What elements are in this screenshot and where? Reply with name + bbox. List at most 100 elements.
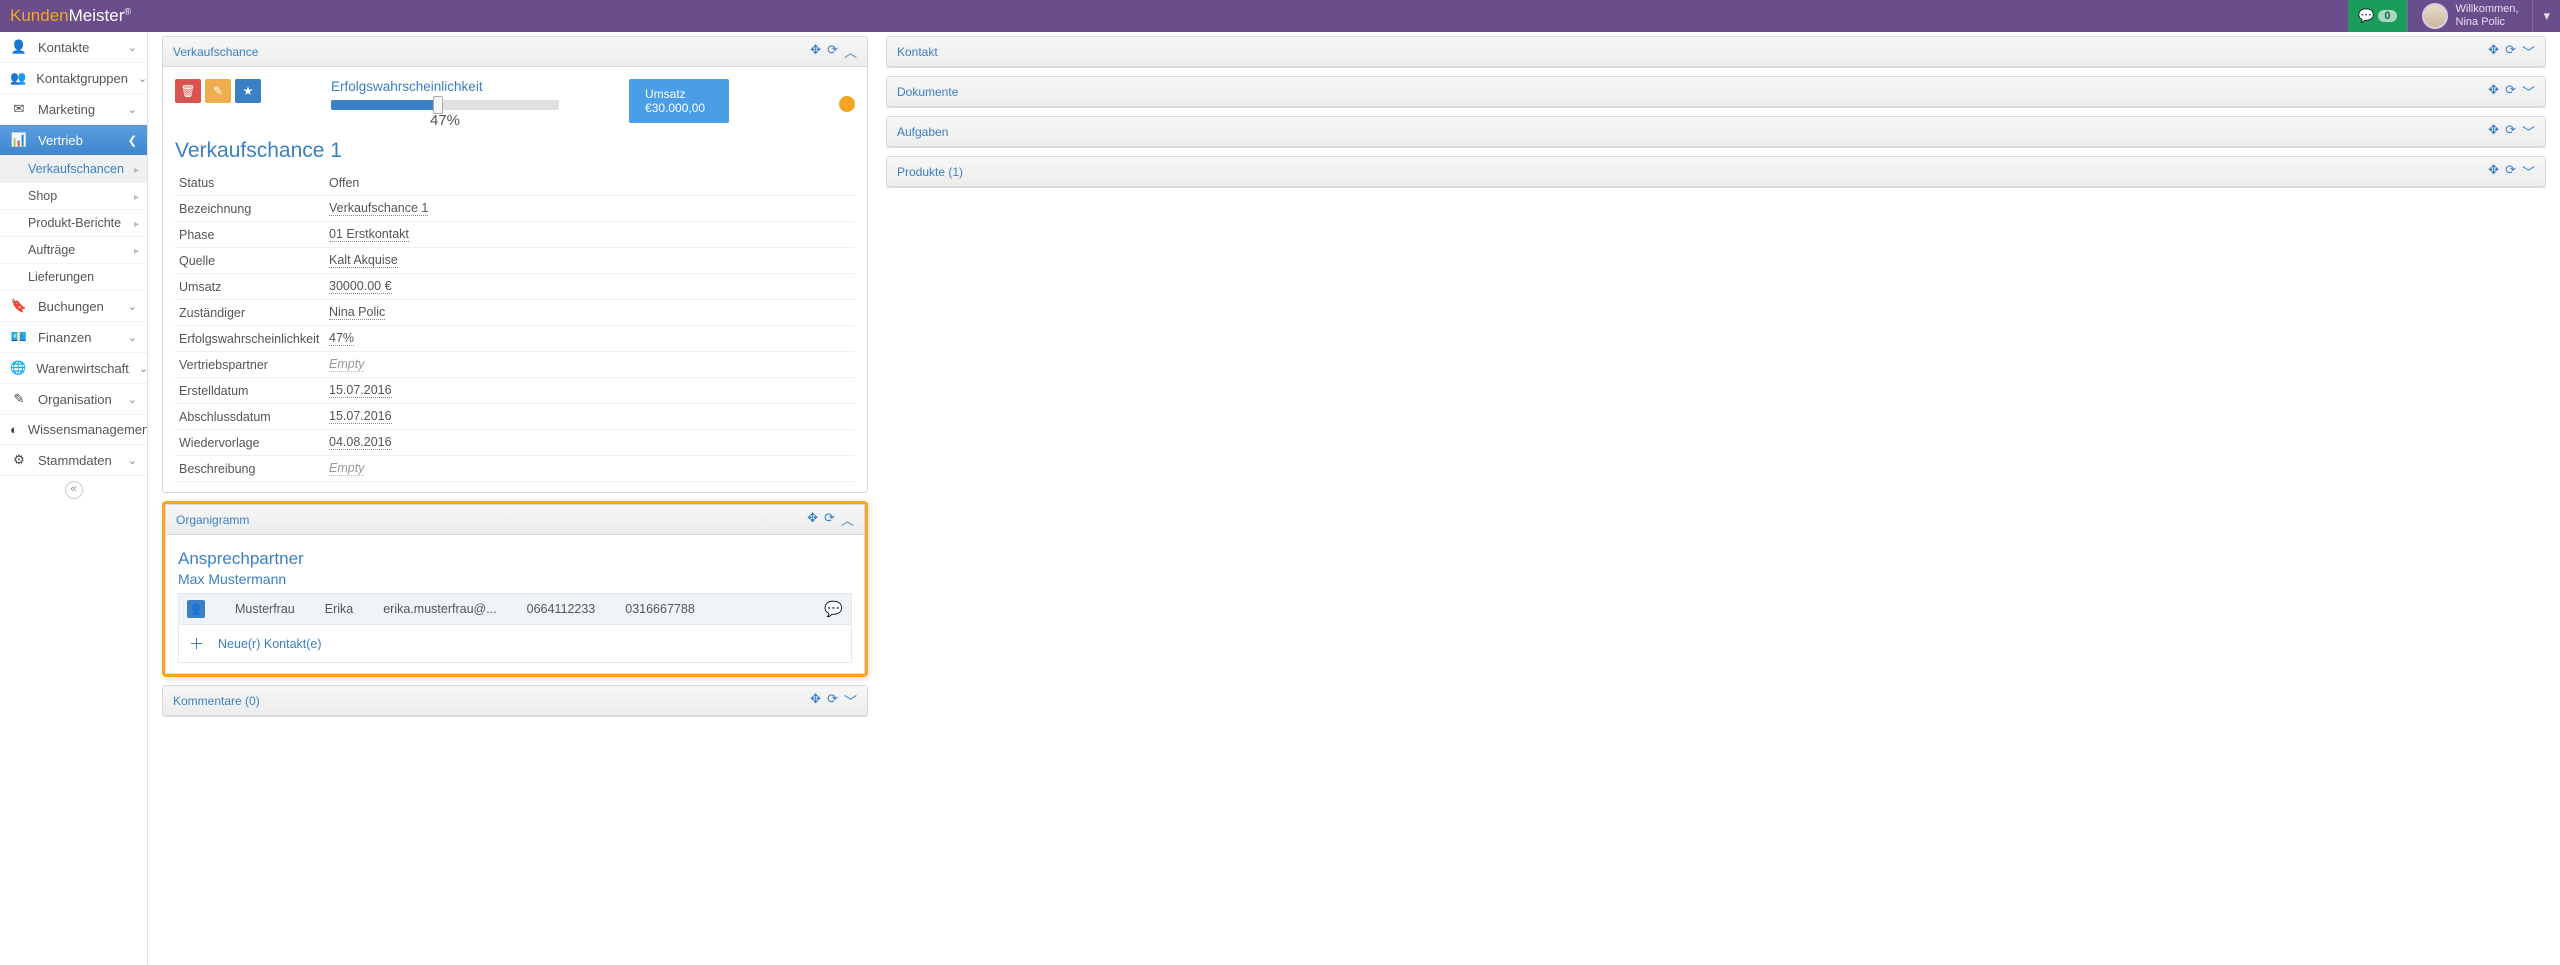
sidebar-item[interactable]: 🔖Buchungen⌄ <box>0 291 147 322</box>
chevron-down-icon: ❮ <box>128 134 137 147</box>
move-icon[interactable]: ✥ <box>2488 162 2499 181</box>
chevron-icon: ⌄ <box>128 300 137 313</box>
content-area: Verkaufschance ✥ ⟳ ︿ 🗑 ✎ ★ <box>148 32 2560 965</box>
contact-row[interactable]: 👤 Musterfrau Erika erika.musterfrau@... … <box>178 593 852 625</box>
panel-title: Produkte (1) <box>897 165 2488 179</box>
sidebar-item[interactable]: 👤Kontakte⌄ <box>0 32 147 63</box>
panel-title: Organigramm <box>176 513 807 527</box>
sidebar-item[interactable]: ⚙Stammdaten⌄ <box>0 445 147 476</box>
refresh-icon[interactable]: ⟳ <box>2505 42 2516 61</box>
probability-slider[interactable] <box>331 100 559 110</box>
sidebar-sub-item[interactable]: Lieferungen <box>0 264 147 291</box>
sidebar-sub-item[interactable]: Aufträge▸ <box>0 237 147 264</box>
sidebar-item[interactable]: 🌐Warenwirtschaft⌄ <box>0 353 147 384</box>
side-panel: Produkte (1)✥ ⟳ ﹀ <box>886 156 2546 188</box>
panel-title: Aufgaben <box>897 125 2488 139</box>
refresh-icon[interactable]: ⟳ <box>2505 162 2516 181</box>
property-row: Wiedervorlage04.08.2016 <box>175 430 855 456</box>
move-icon[interactable]: ✥ <box>810 42 821 61</box>
property-row: Phase01 Erstkontakt <box>175 222 855 248</box>
sidebar: 👤Kontakte⌄👥Kontaktgruppen⌄✉Marketing⌄ 📊 … <box>0 32 148 965</box>
expand-icon[interactable]: ﹀ <box>2522 42 2535 61</box>
plus-icon: ＋ <box>189 633 204 654</box>
add-contact-button[interactable]: ＋ Neue(r) Kontakt(e) <box>178 625 852 663</box>
panel-title: Kommentare (0) <box>173 694 810 708</box>
property-row: QuelleKalt Akquise <box>175 248 855 274</box>
sidebar-item[interactable]: ✉Marketing⌄ <box>0 94 147 125</box>
panel-title: Kontakt <box>897 45 2488 59</box>
side-panel: Kontakt✥ ⟳ ﹀ <box>886 36 2546 68</box>
move-icon[interactable]: ✥ <box>2488 122 2499 141</box>
expand-icon[interactable]: ﹀ <box>2522 82 2535 101</box>
refresh-icon[interactable]: ⟳ <box>2505 122 2516 141</box>
property-row: Abschlussdatum15.07.2016 <box>175 404 855 430</box>
move-icon[interactable]: ✥ <box>2488 42 2499 61</box>
property-value[interactable]: Offen <box>325 171 855 196</box>
move-icon[interactable]: ✥ <box>2488 82 2499 101</box>
refresh-icon[interactable]: ⟳ <box>827 42 838 61</box>
property-row: StatusOffen <box>175 171 855 196</box>
refresh-icon[interactable]: ⟳ <box>827 691 838 710</box>
property-value[interactable]: Verkaufschance 1 <box>325 196 855 222</box>
star-button[interactable]: ★ <box>235 79 261 103</box>
chat-button[interactable]: 💬 0 <box>2348 0 2406 32</box>
sidebar-item[interactable]: ✎Organisation⌄ <box>0 384 147 415</box>
sidebar-sub-item[interactable]: Produkt-Berichte▸ <box>0 210 147 237</box>
username: Nina Polic <box>2456 16 2519 29</box>
verkaufschance-panel: Verkaufschance ✥ ⟳ ︿ 🗑 ✎ ★ <box>162 36 868 493</box>
comment-icon[interactable]: 💬 <box>824 600 843 618</box>
property-value[interactable]: 01 Erstkontakt <box>325 222 855 248</box>
collapse-icon[interactable]: ︿ <box>841 510 854 529</box>
expand-icon[interactable]: ﹀ <box>844 691 857 710</box>
property-value[interactable]: Empty <box>325 456 855 482</box>
property-row: Umsatz30000.00 € <box>175 274 855 300</box>
chevron-icon: ⌄ <box>128 331 137 344</box>
properties-table: StatusOffenBezeichnungVerkaufschance 1Ph… <box>175 171 855 482</box>
sidebar-item[interactable]: 💶Finanzen⌄ <box>0 322 147 353</box>
kommentare-panel: Kommentare (0) ✥ ⟳ ﹀ <box>162 685 868 717</box>
property-value[interactable]: Nina Polic <box>325 300 855 326</box>
user-menu[interactable]: Willkommen, Nina Polic <box>2407 0 2533 32</box>
triangle-icon: ▸ <box>134 246 139 257</box>
sidebar-sub-item[interactable]: Shop▸ <box>0 183 147 210</box>
delete-button[interactable]: 🗑 <box>175 79 201 103</box>
refresh-icon[interactable]: ⟳ <box>2505 82 2516 101</box>
property-value[interactable]: Kalt Akquise <box>325 248 855 274</box>
organigramm-highlight: Organigramm ✥ ⟳ ︿ Ansprechpartner Max Mu… <box>162 501 868 677</box>
panel-title: Dokumente <box>897 85 2488 99</box>
property-value[interactable]: Empty <box>325 352 855 378</box>
edit-button[interactable]: ✎ <box>205 79 231 103</box>
property-value[interactable]: 04.08.2016 <box>325 430 855 456</box>
page-title: Verkaufschance 1 <box>175 139 855 163</box>
property-value[interactable]: 30000.00 € <box>325 274 855 300</box>
move-icon[interactable]: ✥ <box>810 691 821 710</box>
refresh-icon[interactable]: ⟳ <box>824 510 835 529</box>
welcome-text: Willkommen, <box>2456 3 2519 16</box>
probability-label: Erfolgswahrscheinlichkeit <box>331 79 559 94</box>
chevron-icon: ⌄ <box>128 454 137 467</box>
property-row: BezeichnungVerkaufschance 1 <box>175 196 855 222</box>
expand-icon[interactable]: ﹀ <box>2522 162 2535 181</box>
property-value[interactable]: 47% <box>325 326 855 352</box>
property-value[interactable]: 15.07.2016 <box>325 404 855 430</box>
sidebar-sub-item[interactable]: Verkaufschancen▸ <box>0 156 147 183</box>
sidebar-item-vertrieb[interactable]: 📊 Vertrieb ❮ <box>0 125 147 156</box>
collapse-icon[interactable]: ︿ <box>844 42 857 61</box>
panel-title: Verkaufschance <box>173 45 810 59</box>
property-row: ZuständigerNina Polic <box>175 300 855 326</box>
expand-icon[interactable]: ﹀ <box>2522 122 2535 141</box>
property-row: Erfolgswahrscheinlichkeit47% <box>175 326 855 352</box>
triangle-icon: ▸ <box>134 192 139 203</box>
property-value[interactable]: 15.07.2016 <box>325 378 855 404</box>
sidebar-item[interactable]: 👥Kontaktgruppen⌄ <box>0 63 147 94</box>
probability-value: 47% <box>331 112 559 129</box>
chart-icon: 📊 <box>10 132 28 148</box>
move-icon[interactable]: ✥ <box>807 510 818 529</box>
sidebar-item[interactable]: ◐Wissensmanagement⌄ <box>0 415 147 445</box>
chat-icon: 💬 <box>2358 8 2374 24</box>
sidebar-collapse[interactable]: « <box>0 476 147 503</box>
user-menu-caret[interactable]: ▾ <box>2532 0 2560 32</box>
person-name: Max Mustermann <box>178 571 852 587</box>
chevron-icon: ⌄ <box>138 72 147 85</box>
topbar: KundenMeister® 💬 0 Willkommen, Nina Poli… <box>0 0 2560 32</box>
